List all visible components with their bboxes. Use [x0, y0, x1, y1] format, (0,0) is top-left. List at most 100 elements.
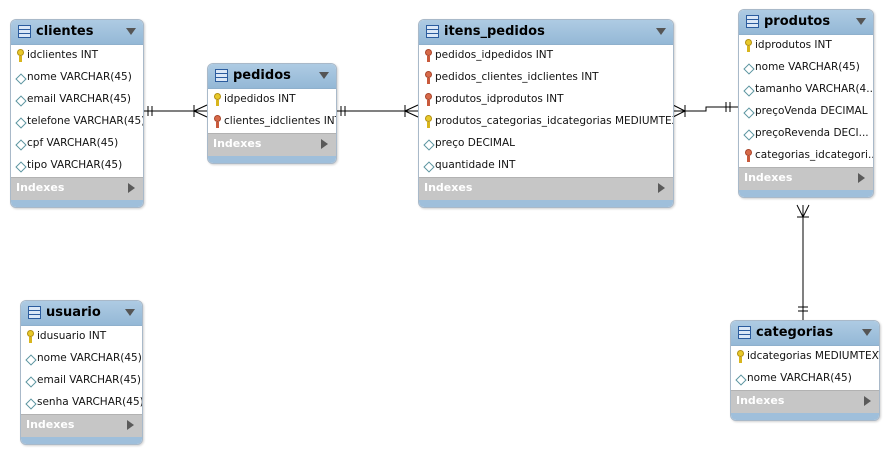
- relation-categorias-produtos[interactable]: [796, 204, 810, 320]
- column-row[interactable]: quantidade INT: [419, 155, 673, 177]
- column-row[interactable]: cpf VARCHAR(45): [11, 133, 143, 155]
- table-title: produtos: [764, 14, 831, 29]
- column-row[interactable]: nome VARCHAR(45): [731, 368, 879, 390]
- column-row[interactable]: pedidos_clientes_idclientes INT: [419, 67, 673, 89]
- column-row[interactable]: idprodutos INT: [739, 35, 873, 57]
- expand-arrow-icon[interactable]: [658, 183, 665, 193]
- relation-clientes-pedidos[interactable]: [143, 104, 208, 118]
- table-header[interactable]: pedidos: [208, 64, 336, 89]
- column-label: clientes_idclientes INT: [224, 115, 336, 127]
- table-header[interactable]: produtos: [739, 10, 873, 35]
- table-title: clientes: [36, 24, 94, 39]
- column-row[interactable]: produtos_idprodutos INT: [419, 89, 673, 111]
- expand-arrow-icon[interactable]: [128, 183, 135, 193]
- table-icon: [28, 306, 41, 319]
- table-pedidos[interactable]: pedidos idpedidos INT clientes_idclientes…: [207, 63, 337, 164]
- table-title: usuario: [46, 305, 101, 320]
- column-row[interactable]: idpedidos INT: [208, 89, 336, 111]
- column-row[interactable]: senha VARCHAR(45): [21, 392, 142, 414]
- column-diamond-icon: [15, 117, 27, 129]
- column-diamond-icon: [735, 374, 747, 386]
- column-row[interactable]: preçoVenda DECIMAL: [739, 101, 873, 123]
- table-footer: [11, 200, 143, 207]
- table-header[interactable]: itens_pedidos: [419, 20, 673, 45]
- column-diamond-icon: [15, 95, 27, 107]
- column-row[interactable]: tamanho VARCHAR(4...: [739, 79, 873, 101]
- expand-arrow-icon[interactable]: [321, 139, 328, 149]
- column-row[interactable]: nome VARCHAR(45): [739, 57, 873, 79]
- column-row[interactable]: categorias_idcategori...: [739, 145, 873, 167]
- indexes-label: Indexes: [16, 181, 65, 194]
- table-header[interactable]: categorias: [731, 321, 879, 346]
- column-label: produtos_categorias_idcategorias MEDIUMT…: [435, 115, 673, 127]
- table-itens_pedidos[interactable]: itens_pedidos pedidos_idpedidos INT pedid…: [418, 19, 674, 208]
- table-categorias[interactable]: categorias idcategorias MEDIUMTEXT nome V…: [730, 320, 880, 421]
- expand-arrow-icon[interactable]: [864, 396, 871, 406]
- column-diamond-icon: [15, 161, 27, 173]
- column-row[interactable]: pedidos_idpedidos INT: [419, 45, 673, 67]
- relation-produtos-itens_pedidos[interactable]: [672, 102, 738, 118]
- column-label: quantidade INT: [435, 159, 516, 171]
- collapse-arrow-icon[interactable]: [656, 28, 666, 35]
- indexes-label: Indexes: [744, 171, 793, 184]
- column-label: idprodutos INT: [755, 39, 832, 51]
- column-diamond-icon: [15, 73, 27, 85]
- column-row[interactable]: idusuario INT: [21, 326, 142, 348]
- column-row[interactable]: preço DECIMAL: [419, 133, 673, 155]
- column-label: idclientes INT: [27, 49, 99, 61]
- table-clientes[interactable]: clientes idclientes INT nome VARCHAR(45) e…: [10, 19, 144, 208]
- table-usuario[interactable]: usuario idusuario INT nome VARCHAR(45) ema…: [20, 300, 143, 445]
- foreign-key-icon: [425, 71, 432, 84]
- table-footer: [419, 200, 673, 207]
- column-row[interactable]: idcategorias MEDIUMTEXT: [731, 346, 879, 368]
- indexes-bar[interactable]: Indexes: [419, 177, 673, 200]
- expand-arrow-icon[interactable]: [858, 173, 865, 183]
- expand-arrow-icon[interactable]: [127, 420, 134, 430]
- primary-key-icon: [425, 115, 432, 128]
- primary-key-icon: [745, 39, 752, 52]
- column-row[interactable]: email VARCHAR(45): [21, 370, 142, 392]
- foreign-key-icon: [214, 115, 221, 128]
- collapse-arrow-icon[interactable]: [862, 329, 872, 336]
- column-label: idpedidos INT: [224, 93, 296, 105]
- indexes-bar[interactable]: Indexes: [208, 133, 336, 156]
- column-row[interactable]: idclientes INT: [11, 45, 143, 67]
- column-row[interactable]: clientes_idclientes INT: [208, 111, 336, 133]
- indexes-bar[interactable]: Indexes: [11, 177, 143, 200]
- column-label: tipo VARCHAR(45): [27, 159, 123, 171]
- column-row[interactable]: telefone VARCHAR(45): [11, 111, 143, 133]
- collapse-arrow-icon[interactable]: [125, 309, 135, 316]
- column-row[interactable]: produtos_categorias_idcategorias MEDIUMT…: [419, 111, 673, 133]
- collapse-arrow-icon[interactable]: [126, 28, 136, 35]
- table-footer: [739, 190, 873, 197]
- table-icon: [426, 25, 439, 38]
- indexes-label: Indexes: [424, 181, 473, 194]
- table-icon: [738, 326, 751, 339]
- indexes-bar[interactable]: Indexes: [21, 414, 142, 437]
- table-icon: [746, 15, 759, 28]
- relation-pedidos-itens_pedidos[interactable]: [336, 104, 419, 118]
- table-header[interactable]: usuario: [21, 301, 142, 326]
- column-label: produtos_idprodutos INT: [435, 93, 564, 105]
- foreign-key-icon: [425, 93, 432, 106]
- indexes-bar[interactable]: Indexes: [731, 390, 879, 413]
- column-label: tamanho VARCHAR(4...: [755, 83, 873, 95]
- indexes-bar[interactable]: Indexes: [739, 167, 873, 190]
- column-row[interactable]: tipo VARCHAR(45): [11, 155, 143, 177]
- table-footer: [731, 413, 879, 420]
- table-produtos[interactable]: produtos idprodutos INT nome VARCHAR(45) t…: [738, 9, 874, 198]
- column-label: nome VARCHAR(45): [37, 352, 142, 364]
- column-label: email VARCHAR(45): [27, 93, 132, 105]
- collapse-arrow-icon[interactable]: [319, 72, 329, 79]
- column-row[interactable]: nome VARCHAR(45): [11, 67, 143, 89]
- table-header[interactable]: clientes: [11, 20, 143, 45]
- table-icon: [215, 69, 228, 82]
- column-label: senha VARCHAR(45): [37, 396, 142, 408]
- indexes-label: Indexes: [736, 394, 785, 407]
- column-row[interactable]: nome VARCHAR(45): [21, 348, 142, 370]
- table-icon: [18, 25, 31, 38]
- column-diamond-icon: [25, 376, 37, 388]
- collapse-arrow-icon[interactable]: [856, 18, 866, 25]
- column-row[interactable]: email VARCHAR(45): [11, 89, 143, 111]
- column-row[interactable]: preçoRevenda DECI...: [739, 123, 873, 145]
